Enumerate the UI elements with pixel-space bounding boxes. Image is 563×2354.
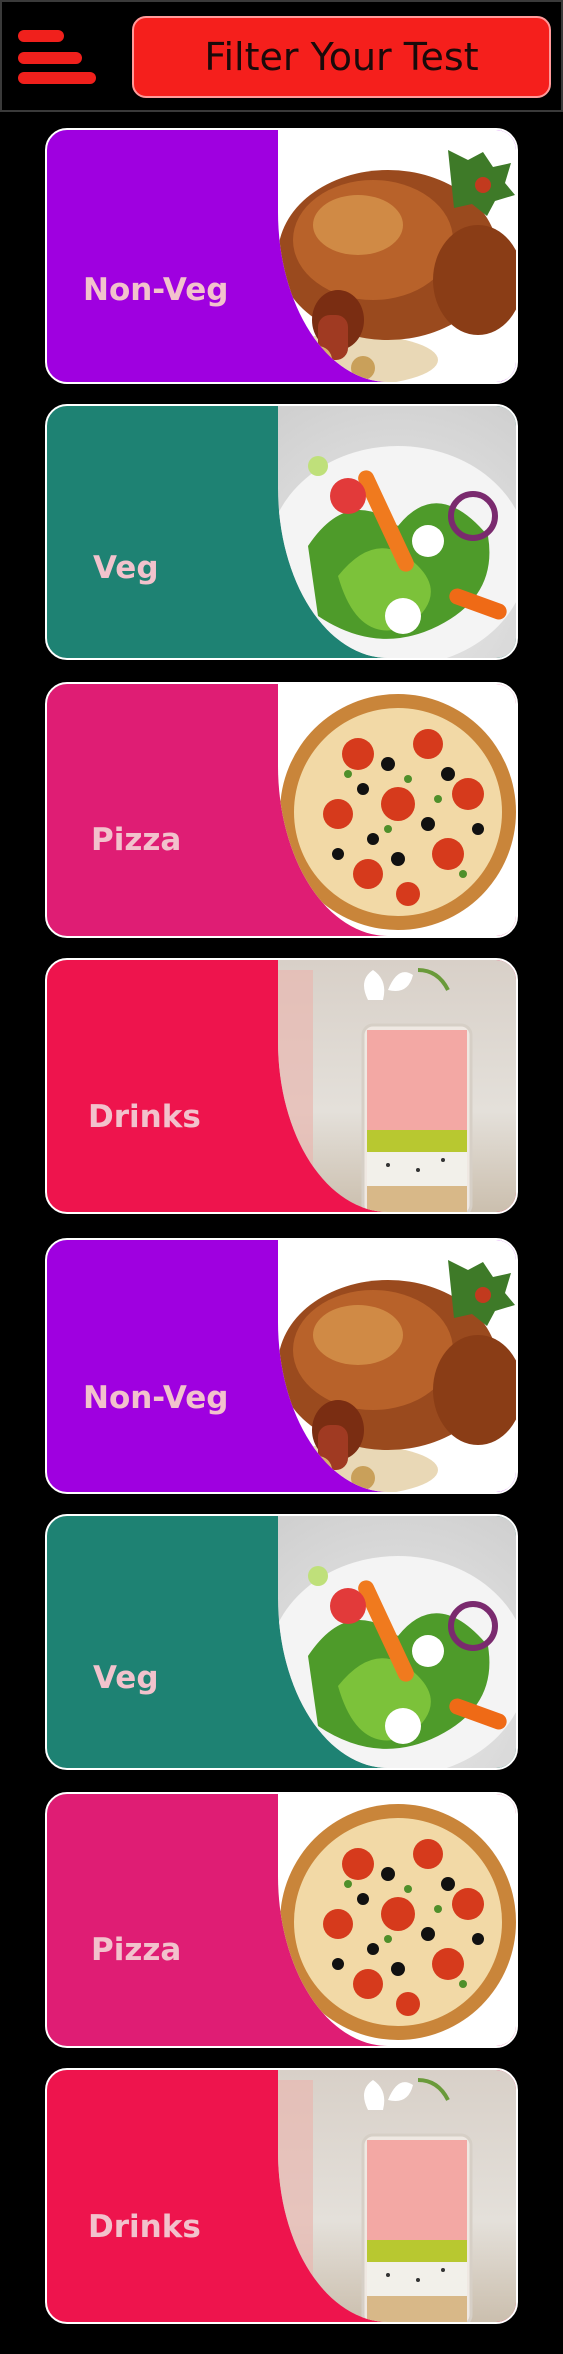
roast-chicken-image bbox=[278, 1240, 516, 1492]
category-label: Veg bbox=[93, 550, 159, 586]
smoothie-image bbox=[278, 960, 516, 1212]
app-header: Filter Your Test bbox=[0, 0, 563, 112]
category-label: Pizza bbox=[91, 1932, 182, 1968]
category-label: Pizza bbox=[91, 822, 182, 858]
salad-image bbox=[278, 1516, 516, 1768]
category-label: Veg bbox=[93, 1660, 159, 1696]
category-card-non-veg[interactable]: Non-Veg bbox=[45, 128, 518, 384]
menu-icon-bar bbox=[18, 72, 96, 84]
pizza-image bbox=[278, 684, 516, 936]
category-label: Drinks bbox=[88, 2209, 201, 2245]
category-card-veg[interactable]: Veg bbox=[45, 1514, 518, 1770]
menu-icon-bar bbox=[18, 52, 82, 64]
salad-image bbox=[278, 406, 516, 658]
category-label: Non-Veg bbox=[83, 1380, 229, 1416]
category-card-non-veg[interactable]: Non-Veg bbox=[45, 1238, 518, 1494]
category-card-drinks[interactable]: Drinks bbox=[45, 958, 518, 1214]
category-label: Non-Veg bbox=[83, 272, 229, 308]
menu-icon[interactable] bbox=[18, 28, 100, 88]
menu-icon-bar bbox=[18, 30, 64, 42]
pizza-image bbox=[278, 1794, 516, 2046]
category-card-veg[interactable]: Veg bbox=[45, 404, 518, 660]
category-label: Drinks bbox=[88, 1099, 201, 1135]
smoothie-image bbox=[278, 2070, 516, 2322]
filter-button[interactable]: Filter Your Test bbox=[132, 16, 551, 98]
roast-chicken-image bbox=[278, 130, 516, 382]
category-card-drinks[interactable]: Drinks bbox=[45, 2068, 518, 2324]
category-card-pizza[interactable]: Pizza bbox=[45, 1792, 518, 2048]
category-card-pizza[interactable]: Pizza bbox=[45, 682, 518, 938]
